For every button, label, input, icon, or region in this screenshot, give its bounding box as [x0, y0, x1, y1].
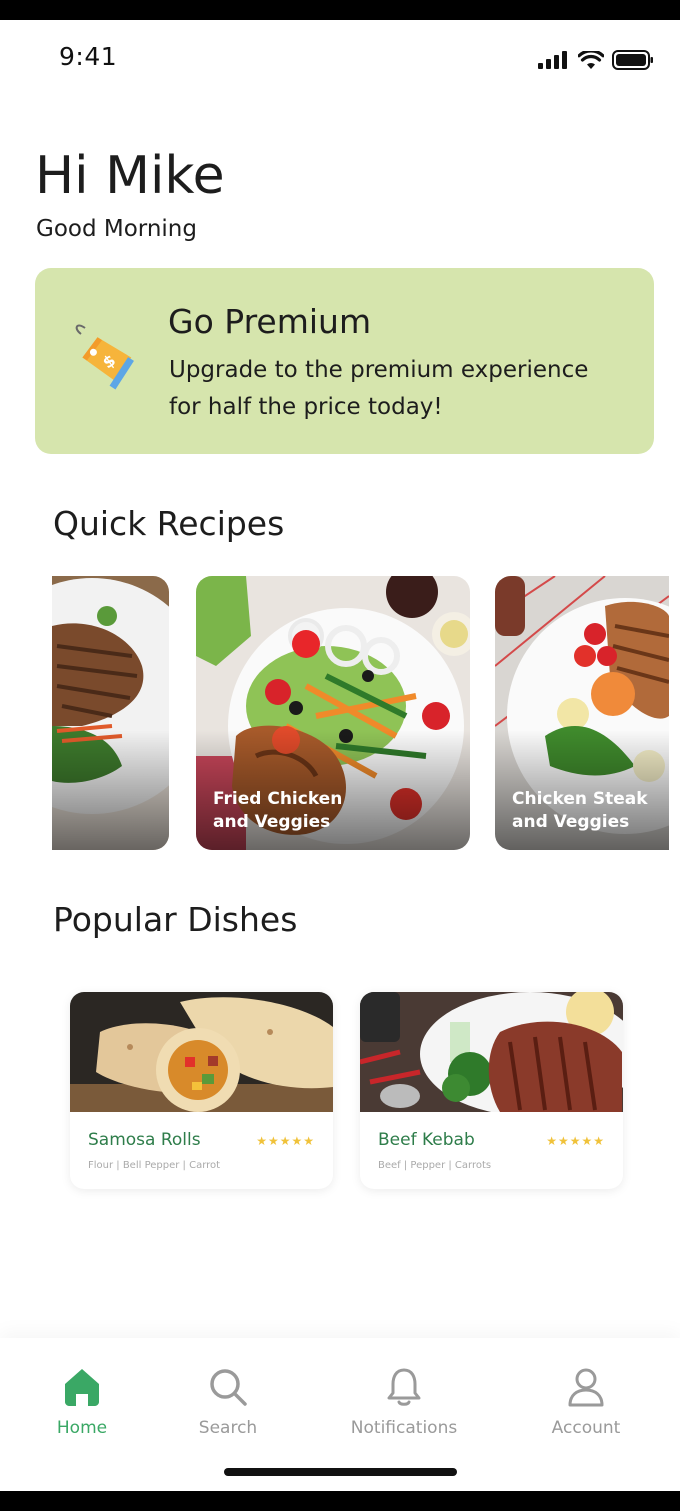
star-rating: ★★★★★ [256, 1134, 315, 1148]
bell-icon [387, 1368, 421, 1406]
status-time: 9:41 [59, 42, 118, 71]
home-indicator [224, 1468, 457, 1476]
dish-card[interactable]: Beef Kebab ★★★★★ Beef | Pepper | Carrots [360, 992, 623, 1189]
nav-home[interactable]: Home [52, 1366, 112, 1438]
dish-image [70, 992, 333, 1112]
premium-banner[interactable]: $ Go Premium Upgrade to the premium expe… [35, 268, 654, 454]
popular-dishes-title: Popular Dishes [53, 900, 298, 939]
wifi-icon [578, 50, 604, 69]
dish-ingredients: Flour | Bell Pepper | Carrot [88, 1160, 221, 1171]
page-title: Hi Mike [35, 146, 225, 206]
recipe-label-line-1: Fried Chicken [213, 789, 343, 809]
premium-description: Upgrade to the premium experience for ha… [169, 352, 639, 426]
nav-search-label: Search [198, 1418, 258, 1438]
premium-line-1: Upgrade to the premium experience [169, 357, 589, 383]
status-icons [538, 50, 654, 70]
page-subtitle: Good Morning [36, 216, 197, 242]
price-tag-icon: $ [75, 324, 134, 390]
status-bar: 9:41 [0, 20, 680, 100]
recipe-label: Chicken Steak and Veggies [512, 788, 662, 834]
recipe-label-line-2: and Veggies [512, 812, 630, 832]
dish-name: Beef Kebab [378, 1130, 475, 1150]
recipe-card[interactable] [52, 576, 169, 850]
dish-card[interactable]: Samosa Rolls ★★★★★ Flour | Bell Pepper |… [70, 992, 333, 1189]
recipe-card[interactable]: Fried Chicken and Veggies [196, 576, 470, 850]
recipe-label-line-1: Chicken Steak [512, 789, 648, 809]
nav-home-label: Home [56, 1418, 108, 1438]
user-icon [568, 1368, 604, 1407]
premium-title: Go Premium [168, 302, 372, 341]
premium-line-2: for half the price today! [169, 394, 443, 420]
dish-ingredients: Beef | Pepper | Carrots [378, 1160, 492, 1171]
recipe-shade [52, 730, 169, 850]
signal-icon [538, 51, 567, 69]
search-icon [210, 1369, 247, 1406]
nav-notifications-label: Notifications [350, 1418, 458, 1438]
recipe-card[interactable]: Chicken Steak and Veggies [495, 576, 669, 850]
star-rating: ★★★★★ [546, 1134, 605, 1148]
dish-image [360, 992, 623, 1112]
nav-account[interactable]: Account [546, 1366, 626, 1438]
dish-name: Samosa Rolls [88, 1130, 201, 1150]
nav-search[interactable]: Search [196, 1366, 260, 1438]
recipe-label: Fried Chicken and Veggies [213, 788, 363, 834]
recipe-label-line-2: and Veggies [213, 812, 331, 832]
battery-icon [612, 50, 653, 70]
phone-screen: 9:41 Hi Mike Good Morning $ Go Premium U… [0, 20, 680, 1491]
home-icon [65, 1369, 99, 1406]
nav-notifications[interactable]: Notifications [346, 1366, 462, 1438]
quick-recipes-title: Quick Recipes [53, 504, 285, 543]
nav-account-label: Account [551, 1418, 621, 1438]
